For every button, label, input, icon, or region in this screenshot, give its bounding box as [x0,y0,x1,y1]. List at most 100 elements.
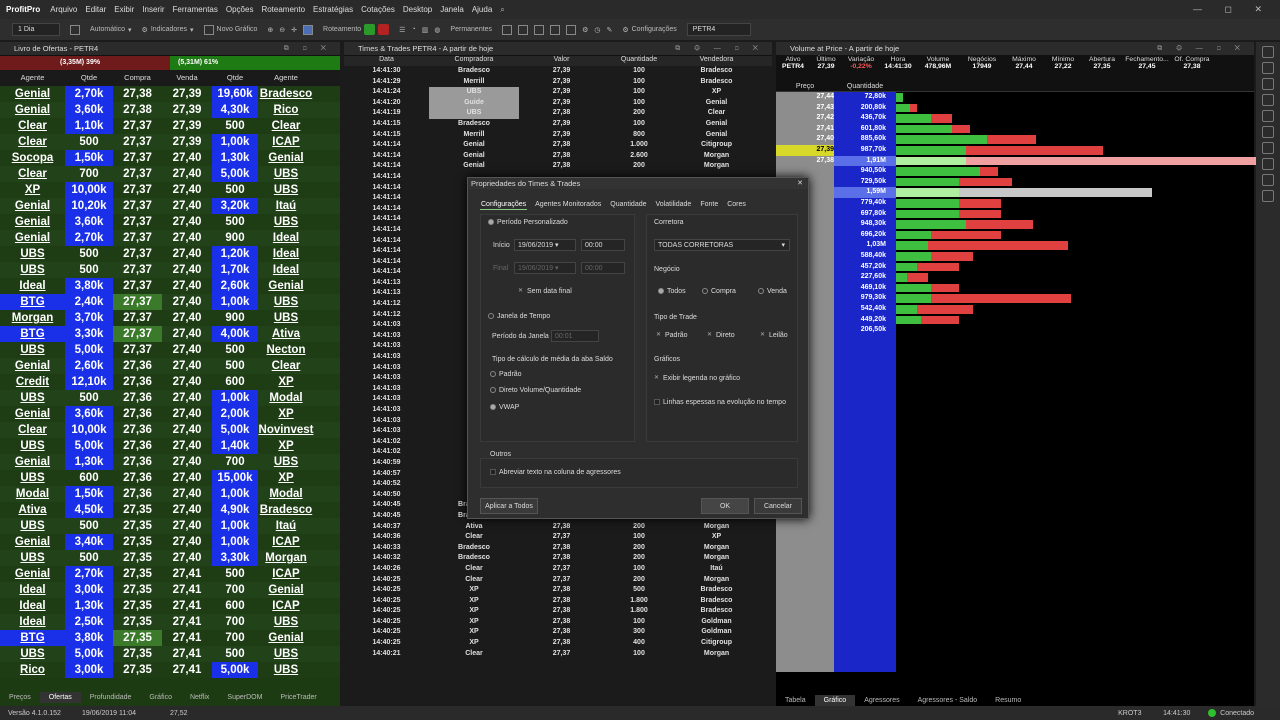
sell-icon[interactable] [378,24,390,35]
book-buy-agent[interactable]: UBS [0,550,65,566]
gear-icon[interactable]: ⚙ [582,26,588,34]
linhas-checkbox[interactable]: Linhas espessas na evolução no tempo [654,399,786,406]
book-buy-agent[interactable]: Modal [0,486,65,502]
book-buy-agent[interactable]: UBS [0,342,65,358]
book-sell-agent[interactable]: ICAP [258,598,314,614]
final-time[interactable]: 00:00 [581,262,625,274]
book-sell-agent[interactable]: ICAP [258,134,314,150]
menu-item[interactable]: Desktop [399,5,436,14]
bars-icon[interactable]: ▥ [422,26,429,34]
book-buy-agent[interactable]: Genial [0,566,65,582]
janela-time[interactable]: 00:01 [551,330,599,342]
book-buy-agent[interactable]: BTG [0,294,65,310]
book-sell-agent[interactable]: Ideal [258,230,314,246]
vwap-radio[interactable]: VWAP [490,404,519,411]
book-buy-agent[interactable]: UBS [0,518,65,534]
book-sell-agent[interactable]: Clear [258,118,314,134]
book-buy-agent[interactable]: Genial [0,534,65,550]
book-sell-agent[interactable]: UBS [258,182,314,198]
book-sell-agent[interactable]: UBS [258,646,314,662]
vap-tab[interactable]: Gráfico [814,694,856,706]
zoom-in-icon[interactable]: ⊕ [267,26,273,34]
tipo-leilao-checkbox[interactable]: ✕ Leilão [760,332,788,339]
panel-controls[interactable]: ⧉ ⚙ — ◻ ✕ [1157,45,1254,53]
panel-controls[interactable]: ⧉ ◻ ✕ [284,45,340,53]
book-tab-netflix[interactable]: Netflix [181,694,218,701]
book-buy-agent[interactable]: Genial [0,102,65,118]
book-sell-agent[interactable]: UBS [258,214,314,230]
menu-item[interactable]: Cotações [357,5,399,14]
window-controls[interactable]: — ◻ ✕ [1193,4,1272,15]
book-buy-agent[interactable]: Credit [0,374,65,390]
rectangle-tool-icon[interactable] [1262,110,1274,122]
tipo-padrao-checkbox[interactable]: ✕ Padrão [656,332,688,339]
janela-radio[interactable]: Janela de Tempo [488,313,550,320]
menu-item[interactable]: Arquivo [46,5,81,14]
up-arrow-icon[interactable] [1262,78,1274,90]
corretora-select[interactable]: TODAS CORRETORAS ▾ [654,239,790,251]
book-sell-agent[interactable]: XP [258,470,314,486]
inicio-date[interactable]: 19/06/2019 ▾ [514,239,576,251]
book-buy-agent[interactable]: Genial [0,358,65,374]
vap-tab[interactable]: Resumo [986,697,1030,704]
menu-item[interactable]: Janela [436,5,468,14]
zoom-out-icon[interactable]: ⊖ [279,26,285,34]
book-buy-agent[interactable]: Genial [0,230,65,246]
book-buy-agent[interactable]: BTG [0,326,65,342]
text-icon[interactable] [550,24,561,35]
tool-icon[interactable]: ✎ [606,26,612,34]
book-sell-agent[interactable]: Modal [258,486,314,502]
book-sell-agent[interactable]: Ideal [258,246,314,262]
book-buy-agent[interactable]: UBS [0,390,65,406]
inicio-time[interactable]: 00:00 [581,239,625,251]
book-sell-agent[interactable]: UBS [258,166,314,182]
book-sell-agent[interactable]: Genial [258,582,314,598]
book-buy-agent[interactable]: Morgan [0,310,65,326]
book-sell-agent[interactable]: UBS [258,614,314,630]
ticker-input[interactable]: PETR4 [686,23,751,36]
aplicar-todos-button[interactable]: Aplicar a Todos [480,498,538,514]
ruler-icon[interactable] [1262,174,1274,186]
menu-item[interactable]: Ferramentas [169,5,222,14]
book-sell-agent[interactable]: UBS [258,310,314,326]
book-buy-agent[interactable]: Clear [0,134,65,150]
fibonacci-icon[interactable] [1262,142,1274,154]
book-buy-agent[interactable]: Clear [0,166,65,182]
book-buy-agent[interactable]: BTG [0,630,65,646]
book-buy-agent[interactable]: Clear [0,422,65,438]
automatico-select[interactable]: Automático ▾ [85,26,137,34]
permanentes-label[interactable]: Permanentes [445,26,497,33]
dialog-tab[interactable]: Quantidade [609,200,647,210]
vap-tab[interactable]: Agressores [855,697,908,704]
menu-item[interactable]: Exibir [110,5,138,14]
dialog-tab[interactable]: Cores [726,200,747,210]
interval-select[interactable]: 1 Dia [12,23,60,36]
abreviar-checkbox[interactable]: Abreviar texto na coluna de agressores [490,469,621,476]
menu-item[interactable]: Roteamento [257,5,309,14]
window-icon[interactable] [534,24,545,35]
cursor-icon[interactable] [1262,46,1274,58]
book-tab-pricetrader[interactable]: PriceTrader [271,694,325,701]
cancel-button[interactable]: Cancelar [754,498,802,514]
menu-item[interactable]: Estratégias [309,5,357,14]
book-sell-agent[interactable]: UBS [258,294,314,310]
dialog-tab[interactable]: Configurações [480,200,528,210]
venda-radio[interactable]: Venda [758,288,787,295]
final-date[interactable]: 19/06/2019 ▾ [514,262,576,274]
info-icon[interactable] [1262,62,1274,74]
book-buy-agent[interactable]: UBS [0,646,65,662]
book-buy-agent[interactable]: UBS [0,246,65,262]
book-buy-agent[interactable]: Ideal [0,614,65,630]
sem-data-final-checkbox[interactable]: ✕ Sem data final [518,288,572,295]
menu-item[interactable]: Editar [81,5,110,14]
book-sell-agent[interactable]: Genial [258,150,314,166]
line-tool-icon[interactable] [1262,94,1274,106]
padrao-radio[interactable]: Padrão [490,371,522,378]
book-sell-agent[interactable]: Novinvest [258,422,314,438]
book-buy-agent[interactable]: Genial [0,454,65,470]
vap-tab[interactable]: Tabela [776,697,815,704]
book-sell-agent[interactable]: Genial [258,278,314,294]
book-buy-agent[interactable]: UBS [0,470,65,486]
search-icon[interactable]: ⌕ [496,5,504,15]
book-sell-agent[interactable]: XP [258,406,314,422]
